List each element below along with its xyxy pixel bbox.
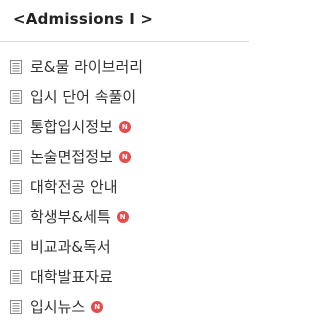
- new-badge: N: [118, 151, 131, 163]
- menu-item[interactable]: 입시뉴스 N: [0, 292, 249, 322]
- document-icon: [10, 210, 22, 224]
- menu-item[interactable]: 대학발표자료: [0, 262, 249, 292]
- menu-item[interactable]: 통합입시정보 N: [0, 112, 249, 142]
- menu-item-label: 비교과&독서: [30, 237, 111, 256]
- menu-item[interactable]: 논술면접정보 N: [0, 142, 249, 172]
- menu-item-label: 통합입시정보: [30, 117, 113, 136]
- document-icon: [10, 120, 22, 134]
- document-icon: [10, 270, 22, 284]
- document-icon: [10, 150, 22, 164]
- menu-item[interactable]: 대학전공 안내: [0, 172, 249, 202]
- new-badge: N: [118, 121, 131, 133]
- document-icon: [10, 240, 22, 254]
- menu-item[interactable]: 비교과&독서: [0, 232, 249, 262]
- menu-item[interactable]: 학생부&세특 N: [0, 202, 249, 232]
- menu-item-label: 논술면접정보: [30, 147, 113, 166]
- menu-item-label: 학생부&세특: [30, 207, 111, 226]
- document-icon: [10, 180, 22, 194]
- menu-item-label: 로&물 라이브러리: [30, 57, 144, 76]
- new-badge: N: [116, 211, 129, 223]
- menu-item[interactable]: 입시 단어 속풀이: [0, 82, 249, 112]
- menu-item-label: 입시 단어 속풀이: [30, 87, 137, 106]
- new-badge: N: [91, 301, 104, 313]
- document-icon: [10, 300, 22, 314]
- document-icon: [10, 60, 22, 74]
- document-icon: [10, 90, 22, 104]
- menu-item-label: 대학전공 안내: [30, 177, 118, 196]
- board-menu: 로&물 라이브러리입시 단어 속풀이통합입시정보 N 논술면접정보 N 대학전공 안내학…: [0, 52, 249, 322]
- menu-item-label: 입시뉴스: [30, 297, 86, 316]
- page-title: <Admissions I >: [13, 10, 154, 28]
- menu-item-label: 대학발표자료: [30, 267, 113, 286]
- menu-header: <Admissions I >: [0, 0, 249, 42]
- menu-item[interactable]: 로&물 라이브러리: [0, 52, 249, 82]
